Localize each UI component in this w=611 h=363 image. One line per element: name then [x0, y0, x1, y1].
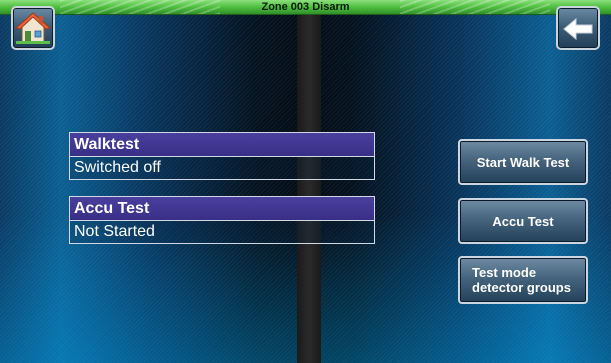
page-title: Zone 003 Disarm: [261, 1, 350, 13]
home-icon: [14, 12, 52, 44]
accu-test-label: Accu Test: [70, 197, 374, 221]
accu-test-value: Not Started: [70, 221, 374, 243]
walktest-label: Walktest: [70, 133, 374, 157]
walktest-value: Switched off: [70, 157, 374, 179]
test-mode-detector-groups-button[interactable]: Test mode detector groups: [458, 256, 588, 304]
center-divider: [297, 14, 321, 363]
title-bar: Zone 003 Disarm: [0, 0, 611, 15]
back-arrow-icon: [563, 17, 593, 41]
home-button[interactable]: [11, 6, 55, 50]
screen: Zone 003 Disarm Walktest Switched off Ac…: [0, 0, 611, 363]
walktest-status-panel: Walktest Switched off: [69, 132, 375, 180]
back-button[interactable]: [556, 6, 600, 50]
accu-test-button[interactable]: Accu Test: [458, 198, 588, 244]
accu-test-status-panel: Accu Test Not Started: [69, 196, 375, 244]
start-walk-test-button[interactable]: Start Walk Test: [458, 139, 588, 185]
